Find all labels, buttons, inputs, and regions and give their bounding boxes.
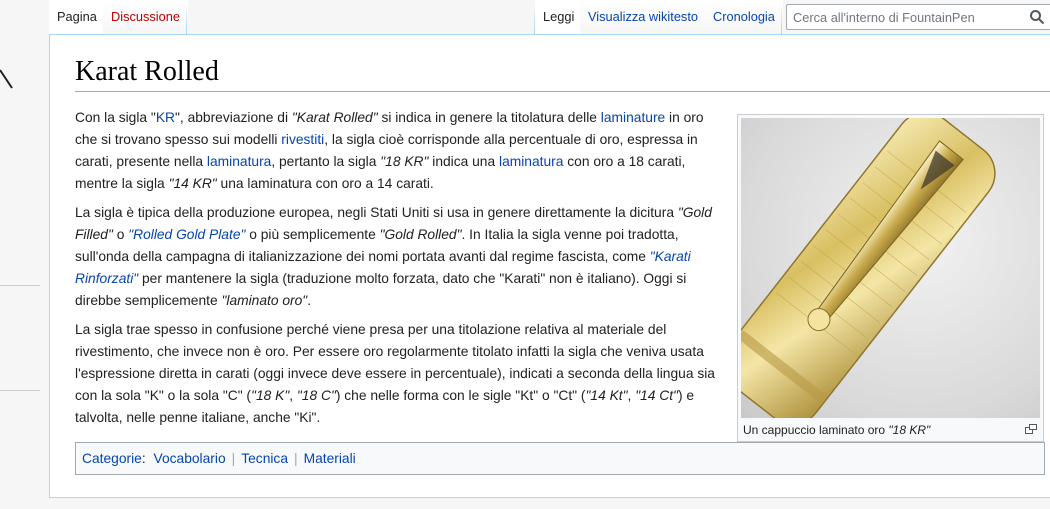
categories-label-link[interactable]: Categorie <box>82 451 142 466</box>
text: La sigla è tipica della produzione europ… <box>75 205 678 220</box>
gold-cap-image <box>741 118 996 418</box>
tab-history-label: Cronologia <box>713 9 775 24</box>
left-sidebar <box>0 0 49 509</box>
link-rolled-gold-plate[interactable]: "Rolled Gold Plate" <box>128 227 245 242</box>
tab-discussion[interactable]: Discussione <box>103 0 188 34</box>
search-box <box>786 4 1050 30</box>
search-input[interactable] <box>787 5 1023 29</box>
italic-text: "18 K" <box>251 388 290 403</box>
text: . <box>307 293 312 308</box>
text: o <box>112 227 129 242</box>
text: o più semplicemente <box>245 227 380 242</box>
tab-view-source-label: Visualizza wikitesto <box>588 9 699 24</box>
tab-read-label: Leggi <box>543 9 575 24</box>
search-icon[interactable] <box>1029 9 1045 25</box>
category-vocabolario[interactable]: Vocabolario <box>154 451 226 466</box>
text: , <box>289 388 297 403</box>
italic-link-text: "Rolled Gold Plate" <box>128 227 246 242</box>
tab-page[interactable]: Pagina <box>49 0 105 34</box>
text: , pertanto la sigla <box>271 154 381 169</box>
italic-text: "laminato oro" <box>221 293 308 308</box>
tab-discussion-label: Discussione <box>111 9 180 24</box>
text: indica una <box>428 154 499 169</box>
text: ", abbreviazione di <box>175 110 292 125</box>
title-divider <box>75 91 1050 92</box>
text: ) che nelle forma con le sigle "Kt" o "C… <box>335 388 586 403</box>
category-materiali[interactable]: Materiali <box>304 451 356 466</box>
link-laminature[interactable]: laminature <box>601 110 665 125</box>
italic-text: "14 KR" <box>168 176 217 191</box>
text: una laminatura con oro a 14 carati. <box>216 176 434 191</box>
tab-page-label: Pagina <box>57 9 97 24</box>
enlarge-icon[interactable] <box>1025 424 1037 434</box>
content-area: Karat Rolled Con la sigla "KR", abbrevia… <box>49 34 1050 498</box>
wiki-logo-fragment[interactable] <box>0 66 14 92</box>
category-links: Categorie: Vocabolario | Tecnica | Materiali <box>75 442 1045 475</box>
category-separator: | <box>231 451 236 466</box>
link-laminatura[interactable]: laminatura <box>207 154 271 169</box>
text: per mantenere la sigla (traduzione molto… <box>75 271 687 308</box>
tab-separator <box>781 4 782 34</box>
paragraph: Con la sigla "KR", abbreviazione di "Kar… <box>75 107 720 195</box>
thumbnail: Un cappuccio laminato oro "18 KR" <box>737 114 1044 442</box>
tab-read[interactable]: Leggi <box>535 0 583 34</box>
categories-colon: : <box>141 451 146 466</box>
italic-text: "14 Ct" <box>635 388 678 403</box>
caption-text: Un cappuccio laminato oro <box>743 423 889 437</box>
thumbnail-caption: Un cappuccio laminato oro "18 KR" <box>743 421 1013 439</box>
link-rivestiti[interactable]: rivestiti <box>281 132 324 147</box>
article-body: Con la sigla "KR", abbreviazione di "Kar… <box>75 107 720 436</box>
tab-separator <box>186 4 187 34</box>
category-separator: | <box>294 451 298 466</box>
link-kr[interactable]: KR <box>156 110 175 125</box>
tab-view-source[interactable]: Visualizza wikitesto <box>580 0 707 34</box>
sidebar-divider <box>0 285 40 286</box>
italic-text: "18 KR" <box>380 154 429 169</box>
thumbnail-image[interactable] <box>741 118 1040 418</box>
caption-italic: "18 KR" <box>888 423 931 437</box>
paragraph: La sigla è tipica della produzione europ… <box>75 202 720 312</box>
sidebar-divider <box>0 390 40 391</box>
italic-text: "Karat Rolled" <box>291 110 378 125</box>
link-laminatura[interactable]: laminatura <box>499 154 563 169</box>
italic-text: "Gold Rolled" <box>379 227 462 242</box>
text: Con la sigla " <box>75 110 156 125</box>
paragraph: La sigla trae spesso in confusione perch… <box>75 319 720 429</box>
page-title: Karat Rolled <box>75 56 219 87</box>
category-tecnica[interactable]: Tecnica <box>241 451 288 466</box>
text: si indica in genere la titolatura delle <box>377 110 601 125</box>
italic-text: "14 Kt" <box>585 388 628 403</box>
italic-text: "18 C" <box>296 388 336 403</box>
tab-history[interactable]: Cronologia <box>705 0 783 34</box>
